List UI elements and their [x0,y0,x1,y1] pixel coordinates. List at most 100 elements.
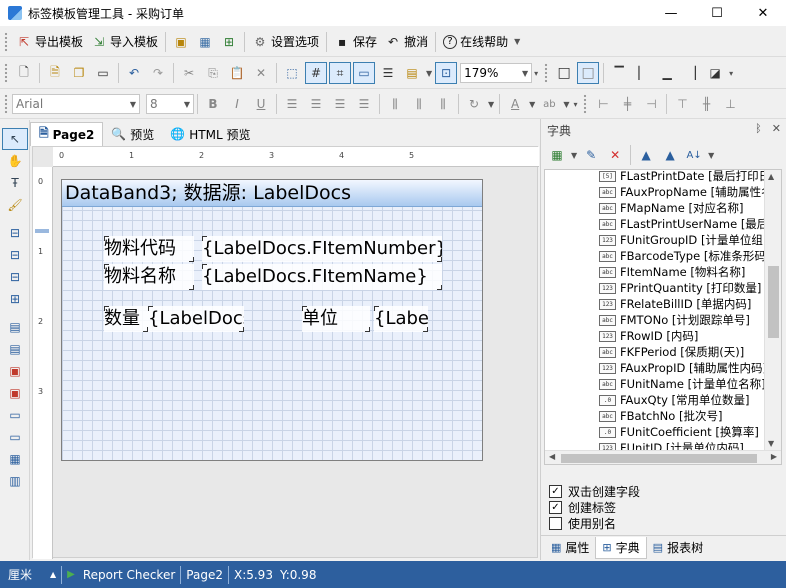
dictionary-tree[interactable]: [5] FLastPrintDate [最后打印日 abc FAuxPropName… [544,169,782,465]
pointer-tool[interactable]: ↖ [2,128,28,150]
toolbar-grip[interactable] [4,31,8,52]
field-unit[interactable]: {Label [374,306,428,332]
sort-dropdown-icon[interactable]: ▼ [708,151,714,160]
minimize-button[interactable]: — [648,0,694,26]
font-name-select[interactable]: Arial ▼ [12,94,140,114]
rotate-button[interactable]: ↻ [463,93,485,115]
align-right-button[interactable]: ☰ [329,93,351,115]
tree-item[interactable]: 123 FRowID [内码] [599,328,698,344]
system-text-tool[interactable]: ▣ [2,382,28,404]
tree-item[interactable]: 123 FAuxPropID [辅助属性内码] [599,360,767,376]
scroll-right-icon[interactable]: ▶ [771,452,777,461]
align-top-objects-button[interactable]: ⊤ [671,93,693,115]
justify-button[interactable]: ☰ [353,93,375,115]
toolbar-grip[interactable] [544,63,549,83]
checkbox[interactable] [549,516,562,530]
close-icon[interactable]: ✕ [772,122,781,135]
border-top-button[interactable]: ▔ [608,62,630,84]
page-setup-button[interactable]: 🗋 [13,62,35,84]
layout-dropdown-icon[interactable]: ▼ [426,69,432,78]
table-tool[interactable]: ▦ [2,448,28,470]
pin-icon[interactable]: ᛒ [755,122,762,135]
label-unit[interactable]: 单位 [302,306,370,332]
valign-bottom-button[interactable]: ⫼ [432,93,454,115]
text-tool[interactable]: Ŧ [2,172,28,194]
barcode-tool[interactable]: ▥ [2,470,28,492]
move-up-button[interactable]: ▲ [635,144,657,166]
import-template-button[interactable]: ⇲ 导入模板 [88,30,161,54]
toolbar-overflow-icon[interactable]: ▾ [729,69,733,78]
scroll-thumb[interactable] [768,266,779,338]
format-painter-tool[interactable]: 🖌 [2,194,28,216]
tree-item[interactable]: abc FKFPeriod [保质期(天)] [599,344,744,360]
tree-item[interactable]: abc FLastPrintUserName [最后打 [599,216,780,232]
align-center-objects-button[interactable]: ╪ [616,93,638,115]
tree-item[interactable]: abc FBatchNo [批次号] [599,408,722,424]
rich-text-tool[interactable]: ▣ [2,360,28,382]
toolbar-overflow-icon[interactable]: ▼ [514,37,520,46]
valign-middle-button[interactable]: ⫼ [408,93,430,115]
memo-tool[interactable]: ▤ [2,338,28,360]
grid-icon-button[interactable]: ▦ [194,31,216,53]
field-quantity[interactable]: {LabelDocs [148,306,244,332]
template-icon-button[interactable]: ▣ [170,31,192,53]
align-bottom-objects-button[interactable]: ⊥ [719,93,741,115]
data-band[interactable]: DataBand3; 数据源: LabelDocs 物料代码 {LabelDoc… [61,179,483,461]
settings-button[interactable]: ⚙ 设置选项 [249,30,322,54]
move-down-button[interactable]: ▲ [659,144,681,166]
border-all-button[interactable]: □ [553,62,575,84]
field-item-name[interactable]: {LabelDocs.FItemName} [202,264,442,290]
scroll-down-icon[interactable]: ▼ [768,439,774,448]
zoom-fit-button[interactable]: ⊡ [435,62,458,84]
border-left-button[interactable]: ▏ [632,62,654,84]
option-use-alias[interactable]: 使用别名 [549,515,616,531]
checkbox[interactable]: ✓ [549,484,562,498]
bands-button[interactable]: ☰ [377,62,399,84]
tree-item[interactable]: 123 FPrintQuantity [打印数量] [599,280,761,296]
zoom-select[interactable]: 179% ▼ [460,63,533,83]
subreport-tool[interactable]: ⊞ [2,288,28,310]
field-item-number[interactable]: {LabelDocs.FItemNumber} [202,236,442,262]
paste-button[interactable]: 📋 [226,62,248,84]
font-size-select[interactable]: 8 ▼ [146,94,194,114]
valign-top-button[interactable]: ⫼ [384,93,406,115]
tab-report-tree[interactable]: ▤ 报表树 [647,537,709,559]
tree-icon-button[interactable]: ⊞ [218,31,240,53]
text-object-tool[interactable]: ▤ [2,316,28,338]
fit-page-button[interactable]: ▭ [353,62,375,84]
label-quantity[interactable]: 数量 [104,306,148,332]
align-grid-button[interactable]: ⌗ [329,62,351,84]
tree-item[interactable]: .0 FAuxQty [常用单位数量] [599,392,750,408]
tree-item[interactable]: abc FMTONo [计划跟踪单号] [599,312,750,328]
tree-item[interactable]: [5] FLastPrintDate [最后打印日 [599,170,770,184]
design-canvas[interactable]: 0 1 2 3 4 5 0 1 2 3 DataBand3; 数据源: Labe… [32,146,539,559]
align-left-objects-button[interactable]: ⊢ [592,93,614,115]
scroll-thumb[interactable] [561,454,757,463]
italic-button[interactable]: I [226,93,248,115]
align-right-objects-button[interactable]: ⊣ [640,93,662,115]
tree-item[interactable]: abc FAuxPropName [辅助属性名 [599,184,773,200]
tree-item[interactable]: abc FUnitName [计量单位名称] [599,376,766,392]
highlight-button[interactable]: ab [538,93,560,115]
unit-selector[interactable]: 厘米 ▲ [0,561,61,588]
online-help-button[interactable]: ? 在线帮助 [440,30,511,54]
copy-page-button[interactable]: ❐ [68,62,90,84]
show-grid-button[interactable]: # [305,62,327,84]
remove-button[interactable]: ✕ [604,144,626,166]
tab-properties[interactable]: ▦ 属性 [545,537,595,559]
edit-button[interactable]: ✎ [580,144,602,166]
hand-tool[interactable]: ✋ [2,150,28,172]
border-right-button[interactable]: ▕ [680,62,702,84]
delete-button[interactable]: ✕ [250,62,272,84]
toolbar-overflow-icon[interactable]: ▾ [573,100,577,109]
highlight-dropdown-icon[interactable]: ▼ [563,100,569,109]
cut-button[interactable]: ✂ [178,62,200,84]
close-button[interactable]: ✕ [740,0,786,26]
redo-small-button[interactable]: ↷ [147,62,169,84]
toolbar-overflow-icon[interactable]: ▾ [534,69,538,78]
toolbar-grip[interactable] [583,94,588,114]
tree-item[interactable]: abc FMapName [对应名称] [599,200,743,216]
layout-button[interactable]: ▤ [401,62,423,84]
tree-item[interactable]: 123 FUnitGroupID [计量单位组 [599,232,763,248]
select-all-button[interactable]: ⬚ [281,62,303,84]
